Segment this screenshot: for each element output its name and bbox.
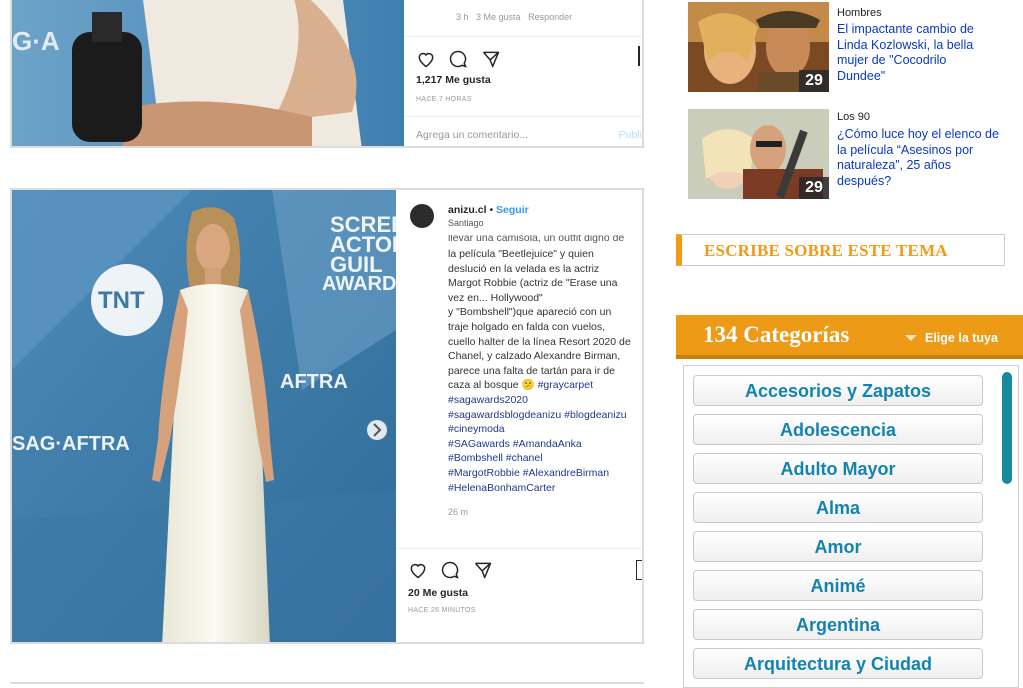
write-about-topic-button[interactable]: ESCRIBE SOBRE ESTE TEMA bbox=[676, 234, 1005, 266]
categories-list[interactable]: Accesorios y Zapatos Adolescencia Adulto… bbox=[683, 365, 1019, 688]
article-section[interactable]: Hombres bbox=[837, 7, 882, 19]
instagram-embed-3 bbox=[10, 682, 644, 688]
category-button[interactable]: Adolescencia bbox=[693, 414, 983, 445]
categories-dropdown-label[interactable]: Elige la tuya bbox=[925, 331, 998, 345]
photo-text: SAG·AFTRA bbox=[12, 433, 130, 455]
avatar[interactable] bbox=[410, 204, 434, 228]
caption-line: la película "Beetlejuice" y quien bbox=[448, 248, 594, 260]
post2-photo[interactable]: TNT SCREE ACTOR GUIL AWARD AFTRA SAG·AFT… bbox=[12, 190, 396, 642]
divider bbox=[396, 548, 642, 549]
divider bbox=[404, 36, 642, 37]
bookmark-icon[interactable] bbox=[638, 46, 640, 66]
username-link[interactable]: anizu.cl bbox=[448, 204, 487, 216]
categories-title: 134 Categorías bbox=[703, 322, 850, 347]
caption: la película "Beetlejuice" y quien desluc… bbox=[448, 247, 642, 520]
caption-scroll[interactable]: llevar una camisola, un outfit digno de … bbox=[396, 235, 642, 530]
category-button[interactable]: Adulto Mayor bbox=[693, 453, 983, 484]
photo-text: AWARD bbox=[322, 273, 396, 295]
gallery-count-badge: 29 bbox=[799, 70, 829, 92]
comment-meta: 3 h 3 Me gusta Responder bbox=[456, 12, 572, 22]
article-title-link[interactable]: ¿Cómo luce hoy el elenco de la película … bbox=[837, 127, 1002, 189]
post1-image: G·A bbox=[12, 0, 404, 146]
caption-cut-line: llevar una camisola, un outfit digno de bbox=[448, 235, 625, 244]
caption-line: traje holgado en falda con vuelos, bbox=[448, 320, 606, 333]
post1-likes[interactable]: 1,217 Me gusta bbox=[416, 74, 491, 86]
category-button[interactable]: Arquitectura y Ciudad bbox=[693, 648, 983, 679]
caption-line: Margot Robbie (actriz de "Erase una bbox=[448, 277, 618, 290]
caption-line: caza al bosque 😕 #graycarpet bbox=[448, 378, 642, 393]
tnt-logo: TNT bbox=[98, 287, 145, 314]
follow-button[interactable]: Seguir bbox=[496, 204, 529, 216]
hashtag-link[interactable]: #HelenaBonhamCarter bbox=[448, 481, 642, 496]
article-thumb[interactable]: 29 bbox=[688, 109, 829, 199]
publish-button[interactable]: Publi bbox=[619, 129, 642, 141]
comment-likes[interactable]: 3 Me gusta bbox=[476, 12, 521, 22]
category-button[interactable]: Argentina bbox=[693, 609, 983, 640]
caption-text: caza al bosque bbox=[448, 379, 519, 392]
post1-timestamp: HACE 7 HORAS bbox=[416, 96, 472, 103]
comment-icon[interactable] bbox=[440, 560, 460, 580]
divider bbox=[404, 116, 642, 117]
categories-header[interactable]: 134 Categorías Elige la tuya bbox=[676, 315, 1023, 359]
caption-line: Chanel, y calzado Alexandre Birman, bbox=[448, 350, 621, 363]
heart-icon[interactable] bbox=[416, 49, 436, 69]
comment-input[interactable]: Agrega un comentario... bbox=[416, 129, 528, 141]
hashtag-link[interactable]: #MargotRobbie #AlexandreBirman bbox=[448, 466, 642, 481]
comment-reply-link[interactable]: Responder bbox=[528, 12, 572, 22]
heart-icon[interactable] bbox=[408, 560, 428, 580]
hashtag-link[interactable]: #SAGawards #AmandaAnka bbox=[448, 437, 642, 452]
chevron-down-icon bbox=[905, 335, 917, 341]
hashtag-link[interactable]: #Bombshell #chanel bbox=[448, 451, 642, 466]
category-button[interactable]: Alma bbox=[693, 492, 983, 523]
caption-line: y "Bombshell")que apareció con un bbox=[448, 306, 612, 319]
hashtag-link[interactable]: #cineymoda bbox=[448, 422, 642, 437]
caption-line: parece una falta de tartán para ir de bbox=[448, 364, 615, 377]
category-button[interactable]: Amor bbox=[693, 531, 983, 562]
caption-line: cuello halter de la línea Resort 2020 de bbox=[448, 335, 631, 348]
post1-sidebar: 3 h 3 Me gusta Responder 1,217 Me gusta … bbox=[404, 0, 642, 146]
post1-photo-text: G·A bbox=[12, 26, 60, 56]
confused-emoji-icon: 😕 bbox=[521, 379, 535, 392]
caption-line: vez en... Hollywood" bbox=[448, 291, 543, 304]
photo-text: AFTRA bbox=[280, 371, 348, 393]
post2-header: anizu.cl • Seguir bbox=[448, 204, 529, 216]
post1-photo[interactable]: G·A bbox=[12, 0, 404, 146]
post2-image: TNT SCREE ACTOR GUIL AWARD AFTRA SAG·AFT… bbox=[12, 190, 396, 642]
caption-line: deslució en la velada es la actriz bbox=[448, 262, 600, 275]
instagram-embed-2: TNT SCREE ACTOR GUIL AWARD AFTRA SAG·AFT… bbox=[10, 188, 644, 644]
location-link[interactable]: Santiago bbox=[448, 218, 484, 228]
category-button[interactable]: Animé bbox=[693, 570, 983, 601]
comment-icon[interactable] bbox=[448, 49, 468, 69]
post2-likes[interactable]: 20 Me gusta bbox=[408, 587, 468, 599]
share-icon[interactable] bbox=[481, 49, 501, 69]
scrollbar-thumb[interactable] bbox=[1002, 372, 1012, 484]
categories-widget: 134 Categorías Elige la tuya Accesorios … bbox=[676, 315, 1023, 688]
article-thumb[interactable]: 29 bbox=[688, 2, 829, 92]
post2-actions bbox=[408, 560, 501, 585]
hashtag-link[interactable]: #graycarpet bbox=[538, 379, 593, 391]
post2-timestamp: HACE 26 MINUTOS bbox=[408, 607, 476, 614]
article-title-link[interactable]: El impactante cambio de Linda Kozlowski,… bbox=[837, 22, 997, 84]
hashtag-link[interactable]: #sagawardsblogdeanizu #blogdeanizu bbox=[448, 408, 642, 423]
post-age: 26 m bbox=[448, 507, 469, 518]
share-icon[interactable] bbox=[473, 560, 493, 580]
category-button[interactable]: Accesorios y Zapatos bbox=[693, 375, 983, 406]
post2-sidebar: anizu.cl • Seguir Santiago llevar una ca… bbox=[396, 190, 642, 642]
article-section[interactable]: Los 90 bbox=[837, 111, 870, 123]
bookmark-icon[interactable] bbox=[636, 560, 642, 580]
gallery-count-badge: 29 bbox=[799, 177, 829, 199]
write-label: ESCRIBE SOBRE ESTE TEMA bbox=[704, 241, 948, 260]
hashtag-link[interactable]: #sagawards2020 bbox=[448, 393, 642, 408]
comment-time: 3 h bbox=[456, 12, 469, 22]
instagram-embed-1: G·A 3 h 3 Me gusta Responder 1,217 Me gu… bbox=[10, 0, 644, 148]
post1-actions bbox=[416, 49, 509, 74]
